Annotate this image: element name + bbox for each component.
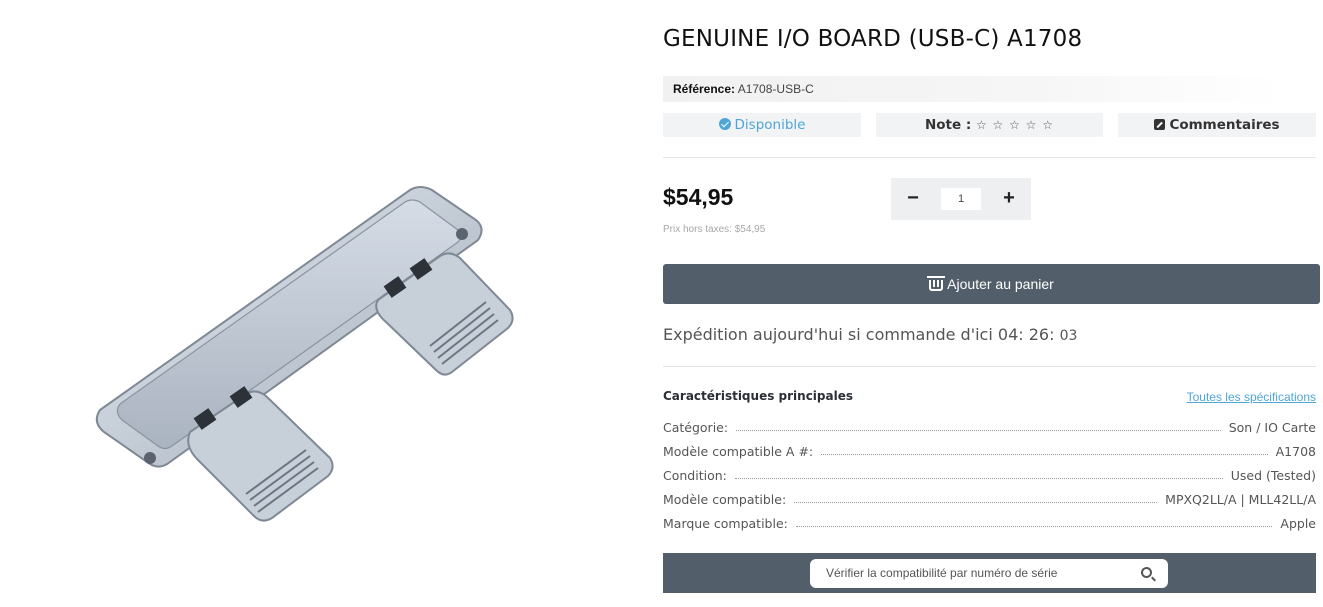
spec-value: A1708 xyxy=(1275,444,1316,459)
quantity-input[interactable] xyxy=(941,188,981,210)
serial-placeholder: Vérifier la compatibilité par numéro de … xyxy=(826,566,1058,580)
reference-value: A1708-USB-C xyxy=(737,82,814,96)
spec-value: Used (Tested) xyxy=(1230,468,1316,483)
add-to-cart-label: Ajouter au panier xyxy=(947,276,1054,292)
spec-row: Catégorie: Son / IO Carte xyxy=(663,417,1316,435)
countdown-seconds: 03 xyxy=(1059,328,1078,344)
divider xyxy=(663,366,1316,367)
reference-label: Référence: xyxy=(673,82,736,96)
product-image xyxy=(0,0,640,607)
spec-value: Apple xyxy=(1280,516,1316,531)
comments-button[interactable]: Commentaires xyxy=(1118,113,1316,137)
availability-label: Disponible xyxy=(734,117,806,133)
serial-check-bar: Vérifier la compatibilité par numéro de … xyxy=(663,553,1316,593)
product-price: $54,95 xyxy=(663,184,734,210)
all-specs-link[interactable]: Toutes les spécifications xyxy=(1187,390,1316,404)
specs-title: Caractéristiques principales xyxy=(663,389,853,403)
search-icon[interactable] xyxy=(1141,567,1152,578)
spec-dots xyxy=(821,454,1268,455)
spec-value: Son / IO Carte xyxy=(1228,420,1316,435)
spec-row: Marque compatible: Apple xyxy=(663,513,1316,531)
io-board-image xyxy=(95,186,514,522)
basket-icon xyxy=(927,276,946,291)
price-excl-tax: Prix hors taxes: $54,95 xyxy=(663,224,766,235)
divider xyxy=(663,157,1316,158)
spec-label: Catégorie: xyxy=(663,420,729,435)
spec-row: Condition: Used (Tested) xyxy=(663,465,1316,483)
spec-value: MPXQ2LL/A | MLL42LL/A xyxy=(1165,492,1316,507)
quantity-stepper: − + xyxy=(891,178,1031,220)
edit-icon xyxy=(1154,119,1166,130)
countdown-minutes: 26 xyxy=(1028,325,1050,344)
product-title: GENUINE I/O BOARD (USB-C) A1708 xyxy=(663,26,1083,52)
quantity-increase-button[interactable]: + xyxy=(987,178,1031,220)
spec-label: Modèle compatible A #: xyxy=(663,444,814,459)
spec-label: Modèle compatible: xyxy=(663,492,787,507)
countdown-hours: 04 xyxy=(997,325,1019,344)
spec-dots xyxy=(734,478,1223,479)
check-circle-icon xyxy=(718,118,731,130)
rating[interactable]: Note : ☆ ☆ ☆ ☆ ☆ xyxy=(876,113,1103,137)
serial-number-input[interactable]: Vérifier la compatibilité par numéro de … xyxy=(810,559,1168,588)
rating-label: Note : xyxy=(924,117,972,133)
quantity-decrease-button[interactable]: − xyxy=(891,178,935,220)
comments-label: Commentaires xyxy=(1169,117,1280,133)
spec-row: Modèle compatible A #: A1708 xyxy=(663,441,1316,459)
add-to-cart-button[interactable]: Ajouter au panier xyxy=(663,264,1320,304)
rating-stars-icon[interactable]: ☆ ☆ ☆ ☆ ☆ xyxy=(976,118,1054,132)
shipping-text: Expédition aujourd'hui si commande d'ici xyxy=(663,325,993,344)
spec-row: Modèle compatible: MPXQ2LL/A | MLL42LL/A xyxy=(663,489,1316,507)
shipping-countdown: Expédition aujourd'hui si commande d'ici… xyxy=(663,325,1078,344)
spec-dots xyxy=(795,526,1273,527)
spec-label: Marque compatible: xyxy=(663,516,788,531)
availability-badge: Disponible xyxy=(663,113,861,137)
spec-label: Condition: xyxy=(663,468,727,483)
reference-box: Référence: A1708-USB-C xyxy=(663,76,1281,102)
spec-dots xyxy=(794,502,1158,503)
spec-dots xyxy=(736,430,1221,431)
